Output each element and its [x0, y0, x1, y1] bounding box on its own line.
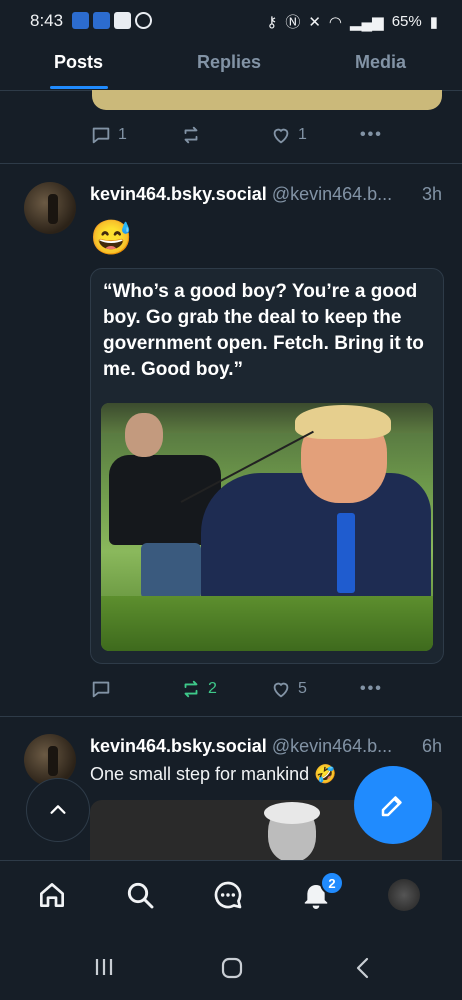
- more-options-button[interactable]: •••: [360, 680, 383, 698]
- profile-tabs: Posts Replies Media: [0, 42, 462, 91]
- battery-icon: ▮: [429, 13, 438, 31]
- bottom-nav: [0, 860, 462, 929]
- quote-text: “Who’s a good boy? You’re a good boy. Go…: [103, 281, 424, 380]
- tab-posts[interactable]: Posts: [54, 52, 103, 73]
- post-header: kevin464.bsky.social @kevin464.b...: [90, 736, 392, 757]
- like-count: 5: [298, 680, 307, 697]
- post-image[interactable]: [101, 403, 433, 651]
- ring-notification-icon: [135, 12, 152, 29]
- active-tab-indicator: [50, 86, 108, 89]
- more-options-button[interactable]: •••: [360, 126, 383, 144]
- search-icon: [127, 882, 154, 909]
- figure-left-head: [125, 413, 163, 457]
- post-text: 😅: [90, 219, 133, 257]
- reply-button[interactable]: 1: [90, 124, 127, 146]
- mute-icon: ✕: [308, 13, 321, 31]
- chevron-up-icon: [50, 805, 66, 814]
- post-divider: [0, 716, 462, 717]
- home-system-icon: [221, 957, 243, 979]
- nav-profile[interactable]: [384, 875, 424, 915]
- post-text: One small step for mankind 🤣: [90, 764, 337, 784]
- wifi-icon: ◠: [328, 13, 342, 31]
- image-notification-icon: [114, 12, 131, 29]
- post-time: 6h: [421, 736, 442, 756]
- nav-search[interactable]: [120, 875, 160, 915]
- heart-icon: [273, 682, 289, 698]
- status-notification-icons: [72, 12, 152, 29]
- figure-left-legs: [141, 543, 201, 599]
- repost-count: 2: [208, 680, 217, 697]
- post-time: 3h: [421, 184, 442, 204]
- nav-home[interactable]: [32, 875, 72, 915]
- status-time: 8:43: [30, 11, 64, 30]
- repost-button[interactable]: [180, 124, 202, 146]
- recent-apps-icon: [95, 959, 113, 975]
- image-hair: [264, 802, 320, 824]
- quote-card[interactable]: “Who’s a good boy? You’re a good boy. Go…: [90, 268, 444, 664]
- prev-post-image-bottom[interactable]: [92, 90, 442, 110]
- status-indicators: ⚷ Ⓝ ✕ ◠ ▂▄▆ 65% ▮: [266, 11, 438, 32]
- tab-replies[interactable]: Replies: [197, 52, 261, 73]
- author-display-name[interactable]: kevin464.bsky.social: [90, 736, 267, 756]
- signal-icon: ▂▄▆: [350, 13, 384, 31]
- repost-icon: [184, 126, 198, 144]
- nav-chat[interactable]: [208, 875, 248, 915]
- post-divider: [0, 163, 462, 164]
- status-bar: 8:43 ⚷ Ⓝ ✕ ◠ ▂▄▆ 65% ▮: [0, 0, 462, 42]
- chat-icon: [214, 881, 242, 909]
- notifications-badge: 2: [320, 871, 344, 895]
- reply-count: 1: [118, 126, 127, 143]
- repost-button[interactable]: 2: [180, 678, 217, 700]
- reply-button[interactable]: [90, 678, 112, 700]
- app-notification-icon: [72, 12, 89, 29]
- nfc-icon: Ⓝ: [285, 14, 301, 31]
- author-handle[interactable]: @kevin464.b...: [272, 736, 392, 756]
- system-nav-bar: [0, 928, 462, 1000]
- repost-icon: [184, 680, 198, 698]
- key-icon: ⚷: [266, 13, 278, 31]
- app-notification-icon: [93, 12, 110, 29]
- reply-icon: [92, 127, 110, 144]
- compose-button[interactable]: [354, 766, 432, 844]
- author-handle[interactable]: @kevin464.b...: [272, 184, 392, 204]
- post-header: kevin464.bsky.social @kevin464.b...: [90, 184, 392, 205]
- battery-level: 65%: [391, 13, 422, 30]
- author-display-name[interactable]: kevin464.bsky.social: [90, 184, 267, 204]
- like-button[interactable]: 1: [270, 124, 307, 146]
- home-icon: [40, 883, 64, 907]
- like-count: 1: [298, 126, 307, 143]
- tab-media[interactable]: Media: [355, 52, 406, 73]
- scroll-to-top-button[interactable]: [26, 778, 90, 842]
- reply-icon: [92, 681, 110, 698]
- avatar[interactable]: [24, 182, 76, 234]
- back-icon: [356, 957, 369, 979]
- heart-icon: [273, 128, 289, 144]
- tie: [337, 513, 355, 593]
- like-button[interactable]: 5: [270, 678, 307, 700]
- grass: [101, 596, 433, 651]
- compose-icon: [381, 796, 402, 817]
- avatar: [388, 879, 420, 911]
